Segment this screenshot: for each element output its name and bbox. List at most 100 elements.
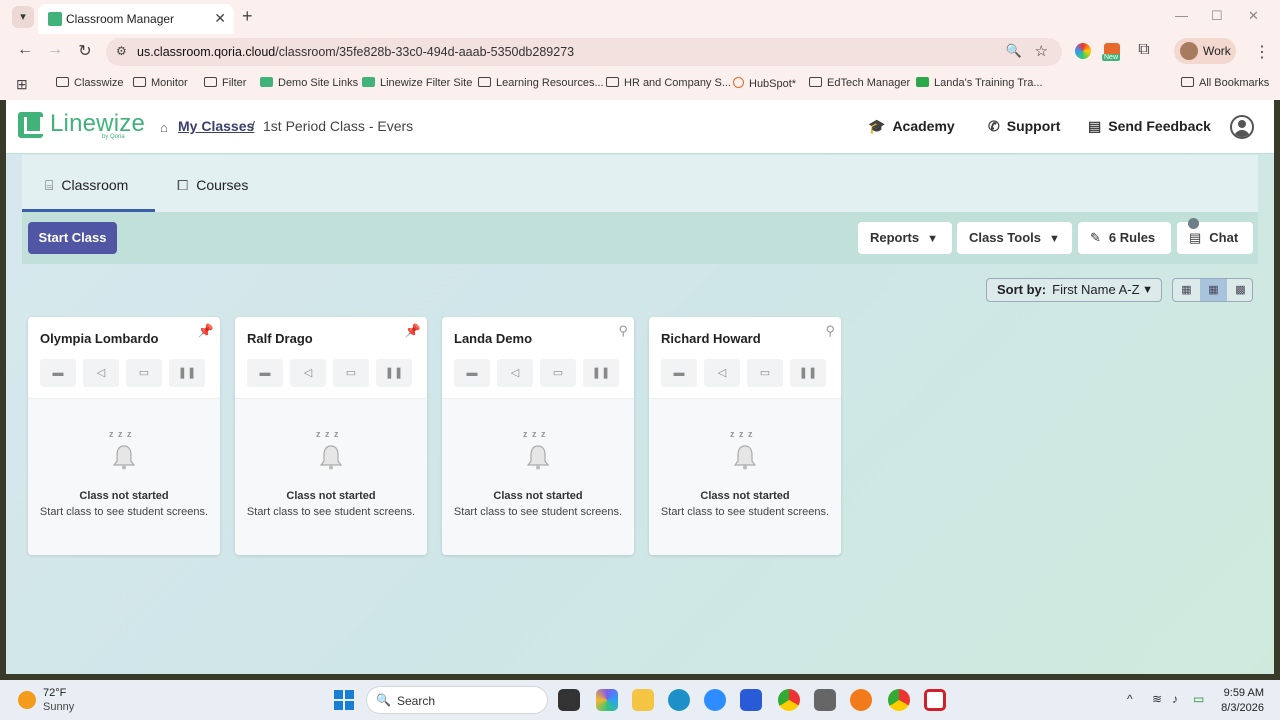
sun-icon[interactable] [18,691,36,709]
logo-text[interactable]: Linewize [50,110,145,138]
screen-icon[interactable]: ▭ [747,359,783,387]
bookmark-landa-training[interactable]: Landa's Training Tra... [916,77,1043,89]
bookmark-star-icon[interactable]: ☆ [1035,42,1048,60]
home-icon[interactable]: ⌂ [160,120,168,135]
url-host: us.classroom.qoria.cloud [137,45,276,59]
minimize-button[interactable]: — [1175,8,1188,23]
file-explorer-icon[interactable] [632,689,654,711]
pause-icon[interactable]: ❚❚ [376,359,412,387]
task-view-icon[interactable] [558,689,580,711]
taskbar-search[interactable]: 🔍 Search [366,686,548,714]
message-icon[interactable]: ▬ [247,359,283,387]
student-card[interactable]: Olympia Lombardo 📌 ▬ ◁ ▭ ❚❚ z z z Class … [28,317,220,555]
back-button[interactable]: ← [15,41,35,59]
announce-icon[interactable]: ◁ [497,359,533,387]
close-window-button[interactable]: ✕ [1248,8,1259,24]
wifi-icon[interactable]: ≋ [1152,692,1162,706]
outlook-icon[interactable] [740,689,762,711]
reload-button[interactable]: ↻ [75,41,95,61]
browser-tab[interactable]: Classroom Manager ✕ [38,4,234,34]
all-bookmarks[interactable]: All Bookmarks [1181,77,1269,89]
announce-icon[interactable]: ◁ [83,359,119,387]
zoom-app-icon[interactable] [704,689,726,711]
address-bar[interactable]: ⚙ us.classroom.qoria.cloud/classroom/35f… [106,38,1062,66]
weather-temperature[interactable]: 72°F [43,687,66,699]
url-text[interactable]: us.classroom.qoria.cloud/classroom/35fe8… [137,45,574,59]
battery-icon[interactable]: ▭ [1193,692,1204,706]
chrome-icon[interactable] [778,689,800,711]
extensions-puzzle-icon[interactable]: ⧉ [1134,41,1154,59]
pin-icon[interactable]: 📌 [198,323,214,339]
message-icon[interactable]: ▬ [40,359,76,387]
bookmark-edtech-manager[interactable]: EdTech Manager [809,77,910,89]
class-tools-dropdown[interactable]: Class Tools ▼ [957,222,1072,254]
remote-app-icon[interactable] [924,689,946,711]
announce-icon[interactable]: ◁ [290,359,326,387]
support-link[interactable]: ✆ Support [988,118,1060,135]
volume-icon[interactable]: ♪ [1172,692,1178,706]
forward-button[interactable]: → [45,41,65,59]
clock-time[interactable]: 9:59 AM [1218,687,1264,699]
message-icon[interactable]: ▬ [661,359,697,387]
pause-icon[interactable]: ❚❚ [790,359,826,387]
tab-title: Classroom Manager [66,12,175,26]
support-label: Support [1006,118,1061,134]
student-card[interactable]: Richard Howard ⚲ ▬ ◁ ▭ ❚❚ z z z Class no… [649,317,841,555]
screen-icon[interactable]: ▭ [126,359,162,387]
windows-start-icon[interactable] [334,690,354,710]
bookmark-demo-site-links[interactable]: Demo Site Links [260,77,358,89]
bookmark-monitor[interactable]: Monitor [133,77,188,89]
rules-button[interactable]: ✎ 6 Rules [1078,222,1171,254]
zoom-icon[interactable]: 🔍 [1006,43,1022,59]
pause-icon[interactable]: ❚❚ [583,359,619,387]
message-icon[interactable]: ▬ [454,359,490,387]
breadcrumb-my-classes[interactable]: My Classes [178,118,254,134]
small-grid-view-icon[interactable]: ▦ [1173,279,1200,301]
tab-search-button[interactable]: ▾ [12,6,34,28]
reports-dropdown[interactable]: Reports ▼ [858,222,952,254]
bookmark-classwize[interactable]: Classwize [56,77,124,89]
profile-button[interactable]: Work [1174,38,1236,64]
tab-classroom[interactable]: ⌸ Classroom [45,177,128,194]
bookmark-hubspot[interactable]: HubSpot* [733,77,796,90]
color-extension-icon[interactable] [1075,43,1091,59]
linewize-logo-icon[interactable] [18,112,43,138]
chevron-up-icon[interactable]: ^ [1127,692,1133,706]
academy-link[interactable]: 🎓 Academy [868,118,955,135]
screen-icon[interactable]: ▭ [540,359,576,387]
tab-courses[interactable]: ⧠ Courses [177,177,248,194]
bookmark-hr-company[interactable]: HR and Company S... [606,77,731,89]
start-class-button[interactable]: Start Class [28,222,117,254]
chrome-profile-icon[interactable] [888,689,910,711]
sleeping-bell-icon [112,445,136,470]
screen-icon[interactable]: ▭ [333,359,369,387]
site-info-icon[interactable]: ⚙ [116,44,127,58]
copilot-icon[interactable] [596,689,618,711]
camera-icon[interactable] [814,689,836,711]
send-feedback-link[interactable]: ▤ Send Feedback [1088,118,1211,135]
clock-date[interactable]: 8/3/2026 [1218,702,1264,714]
apps-grid-icon[interactable]: ⊞ [16,76,28,93]
pin-outline-icon[interactable]: ⚲ [618,323,628,339]
pin-icon[interactable]: 📌 [405,323,421,339]
student-card[interactable]: Landa Demo ⚲ ▬ ◁ ▭ ❚❚ z z z Class not st… [442,317,634,555]
browser-menu-icon[interactable]: ⋮ [1254,42,1270,62]
weather-description[interactable]: Sunny [43,701,74,713]
bookmark-filter[interactable]: Filter [204,77,246,89]
announce-icon[interactable]: ◁ [704,359,740,387]
maximize-button[interactable]: ☐ [1211,8,1223,24]
bookmark-label: Filter [222,77,247,89]
close-tab-icon[interactable]: ✕ [214,10,226,27]
large-grid-view-icon[interactable]: ▩ [1227,279,1252,301]
new-tab-button[interactable]: + [242,6,253,27]
bookmark-linewize-filter-site[interactable]: Linewize Filter Site [362,77,472,89]
edge-icon[interactable] [668,689,690,711]
user-avatar-icon[interactable] [1230,115,1254,139]
bookmark-learning-resources[interactable]: Learning Resources... [478,77,604,89]
student-card[interactable]: Ralf Drago 📌 ▬ ◁ ▭ ❚❚ z z z Class not st… [235,317,427,555]
pause-icon[interactable]: ❚❚ [169,359,205,387]
medium-grid-view-icon[interactable]: ▦ [1200,279,1227,301]
firefox-icon[interactable] [850,689,872,711]
sort-dropdown[interactable]: Sort by: First Name A-Z ▼ [986,278,1162,302]
pin-outline-icon[interactable]: ⚲ [825,323,835,339]
